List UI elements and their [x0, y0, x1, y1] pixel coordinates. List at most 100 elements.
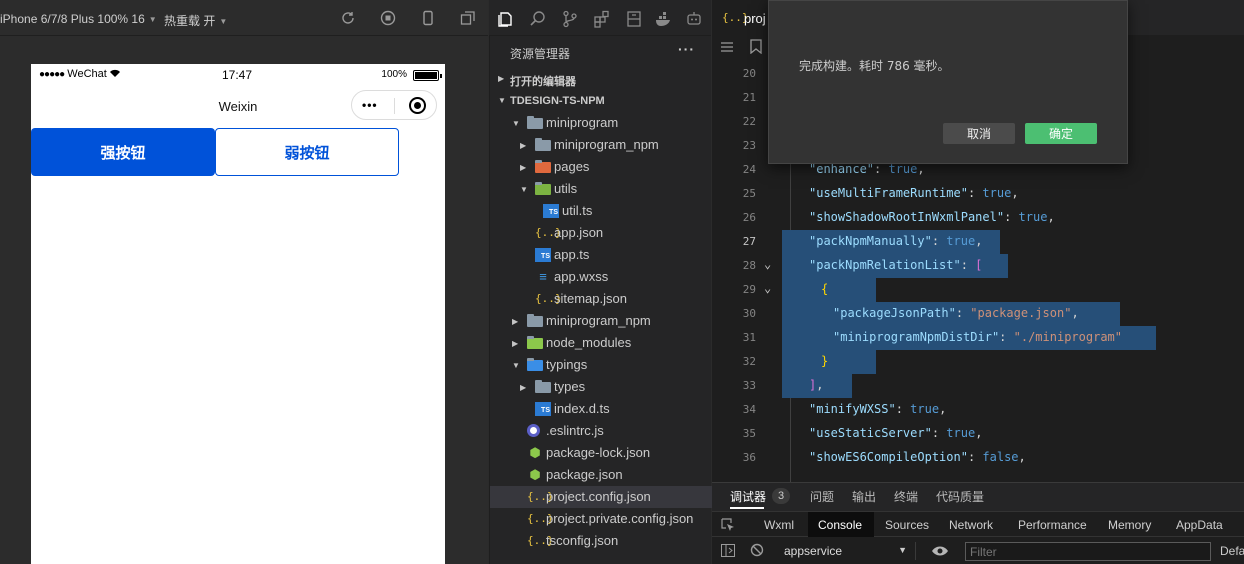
more-icon[interactable]: ••• [362, 98, 378, 112]
console-toolbar: appservice ▼ Defa [712, 537, 1244, 564]
tree-item[interactable]: ≡ app.wxss [490, 266, 712, 288]
tree-item[interactable]: .eslintrc.js [490, 420, 712, 442]
battery-percent: 100% [381, 69, 407, 80]
tree-item[interactable]: {..} sitemap.json [490, 288, 712, 310]
tree-item-label: tsconfig.json [546, 533, 619, 548]
tree-item-label: package.json [546, 467, 623, 482]
tree-item[interactable]: ▶ miniprogram_npm [490, 134, 712, 156]
tab-debugger[interactable]: 调试器 [730, 488, 766, 505]
weak-button[interactable]: 弱按钮 [215, 128, 399, 176]
tree-item-label: miniprogram [546, 115, 619, 130]
tree-item-label: pages [554, 159, 590, 174]
tree-item[interactable]: {..} project.private.config.json [490, 508, 712, 530]
line-number: 21 [742, 91, 756, 104]
hot-reload-select[interactable]: 热重载 开 ▼ [164, 12, 227, 29]
line-number: 26 [742, 211, 756, 224]
carrier-name: WeChat [67, 68, 107, 80]
tab-sources[interactable]: Sources [885, 518, 929, 532]
tree-item[interactable]: {..} project.config.json [490, 486, 712, 508]
bot-icon[interactable] [685, 10, 703, 28]
tree-item-label: node_modules [546, 335, 632, 350]
extensions-icon[interactable] [593, 10, 611, 28]
chevron-down-icon: ▼ [148, 15, 157, 24]
menu-capsule: ••• [351, 90, 437, 120]
tree-item[interactable]: ▶ node_modules [490, 332, 712, 354]
explorer-icon[interactable] [497, 10, 515, 28]
tree-item[interactable]: {..} tsconfig.json [490, 530, 712, 552]
hot-reload-label: 热重载 开 [164, 14, 216, 28]
cancel-button[interactable]: 取消 [943, 123, 1015, 144]
line-number: 28 [742, 259, 756, 272]
sidebar-toggle-icon[interactable] [721, 544, 735, 557]
folder-icon [527, 336, 543, 349]
context-select[interactable]: appservice ▼ [776, 542, 916, 560]
tree-item[interactable]: TS util.ts [490, 200, 712, 222]
tree-item[interactable]: {..} app.json [490, 222, 712, 244]
tab-wxml[interactable]: Wxml [764, 518, 794, 532]
line-number: 27 [742, 235, 756, 248]
code-text: } [821, 354, 829, 368]
css-file-icon: ≡ [539, 269, 547, 284]
docker-icon[interactable] [655, 10, 673, 28]
build-complete-dialog: 完成构建。耗时 786 毫秒。 取消 确定 [768, 0, 1128, 164]
search-icon[interactable] [529, 10, 547, 28]
explorer-header: 资源管理器 ··· [490, 36, 712, 68]
tab-console[interactable]: Console [818, 518, 862, 532]
stop-icon[interactable] [380, 10, 396, 26]
tab-memory[interactable]: Memory [1108, 518, 1151, 532]
open-editors-label: 打开的编辑器 [510, 76, 576, 88]
log-levels-select[interactable]: Defa [1220, 544, 1244, 558]
inspect-element-icon[interactable] [721, 518, 735, 532]
chevron-down-icon: ▼ [512, 119, 520, 128]
refresh-icon[interactable] [340, 10, 356, 26]
bookmark-icon[interactable] [750, 39, 762, 54]
eye-icon[interactable] [931, 545, 949, 557]
device-select[interactable]: iPhone 6/7/8 Plus 100% 16 ▼ [0, 12, 157, 26]
chevron-right-icon: ▶ [512, 317, 519, 326]
console-filter-input[interactable] [965, 542, 1211, 561]
simulator-toolbar: iPhone 6/7/8 Plus 100% 16 ▼ 热重载 开 ▼ [0, 0, 488, 36]
clear-console-icon[interactable] [750, 543, 764, 557]
source-control-icon[interactable] [561, 10, 579, 28]
explorer-title: 资源管理器 [510, 47, 571, 61]
tree-item[interactable]: ▼ utils [490, 178, 712, 200]
tab-performance[interactable]: Performance [1018, 518, 1087, 532]
close-miniprogram-icon[interactable] [409, 97, 426, 114]
phone-icon[interactable] [420, 10, 436, 26]
chevron-right-icon: ▶ [512, 339, 519, 348]
selection-highlight [782, 350, 876, 374]
tree-item[interactable]: ▶ types [490, 376, 712, 398]
wifi-icon [109, 69, 120, 77]
strong-button[interactable]: 强按钮 [31, 128, 215, 176]
fold-chevron-icon[interactable]: ⌄ [764, 257, 771, 271]
tree-item[interactable]: TS index.d.ts [490, 398, 712, 420]
dialog-message: 完成构建。耗时 786 毫秒。 [799, 59, 950, 73]
tree-item-label: app.json [554, 225, 604, 240]
chevron-right-icon: ▶ [520, 383, 527, 392]
tree-item[interactable]: ⬢ package-lock.json [490, 442, 712, 464]
fold-chevron-icon[interactable]: ⌄ [764, 281, 771, 295]
tab-output[interactable]: 输出 [852, 488, 876, 505]
tab-terminal[interactable]: 终端 [894, 488, 918, 505]
tab-network[interactable]: Network [949, 518, 993, 532]
outline-icon[interactable] [720, 40, 734, 54]
tree-item[interactable]: ▶ pages [490, 156, 712, 178]
tab-appdata[interactable]: AppData [1176, 518, 1223, 532]
tab-problems[interactable]: 问题 [810, 488, 834, 505]
open-editors-section[interactable]: ▶ 打开的编辑器 [490, 68, 712, 90]
tab-code-quality[interactable]: 代码质量 [936, 488, 984, 505]
tree-item[interactable]: ▶ miniprogram_npm [490, 310, 712, 332]
tree-item[interactable]: TS app.ts [490, 244, 712, 266]
more-actions-icon[interactable]: ··· [678, 41, 695, 57]
detach-window-icon[interactable] [460, 10, 476, 26]
code-text: "showES6CompileOption": false, [809, 450, 1026, 464]
line-number: 34 [742, 403, 756, 416]
storage-icon[interactable] [625, 10, 643, 28]
project-section[interactable]: ▼ TDESIGN-TS-NPM [490, 90, 712, 112]
tree-item[interactable]: ▼ miniprogram [490, 112, 712, 134]
ok-button[interactable]: 确定 [1025, 123, 1097, 144]
explorer-panel: 资源管理器 ··· ▶ 打开的编辑器 ▼ TDESIGN-TS-NPM ▼ min… [489, 36, 712, 564]
tree-item[interactable]: ⬢ package.json [490, 464, 712, 486]
tree-item[interactable]: ▼ typings [490, 354, 712, 376]
json-file-icon: {..} [527, 512, 554, 525]
